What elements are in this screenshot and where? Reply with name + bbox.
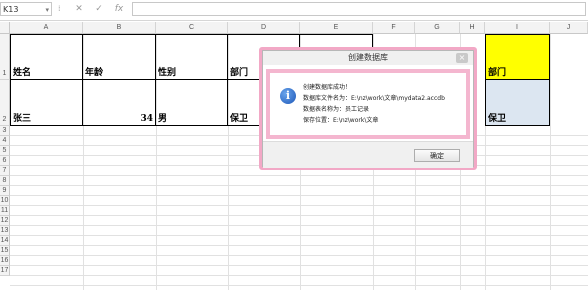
row-header-13[interactable]: 13 (0, 226, 10, 236)
cell-c2-text: 男 (158, 114, 168, 124)
cell-b1[interactable]: 年龄 (83, 34, 156, 80)
cell-d1-text: 部门 (230, 68, 249, 78)
row-header-1[interactable]: 1 (0, 34, 10, 80)
row-header-16[interactable]: 16 (0, 256, 10, 266)
gridline (10, 185, 588, 186)
gridline (10, 225, 588, 226)
cancel-icon[interactable]: ✕ (72, 2, 86, 16)
cell-c1-text: 性别 (158, 68, 177, 78)
column-header-j[interactable]: J (550, 22, 588, 34)
name-box-value: K13 (3, 5, 19, 14)
formula-bar: K13 ▾ ⁞ ✕ ✓ fx (0, 0, 588, 21)
column-header-i[interactable]: I (485, 22, 550, 34)
close-icon[interactable]: × (456, 53, 468, 63)
message-line-3: 数据表名称为：员工记录 (303, 106, 370, 113)
row-header-12[interactable]: 12 (0, 216, 10, 226)
row-header-8[interactable]: 8 (0, 176, 10, 186)
dialog-footer: 确定 (263, 141, 473, 168)
info-icon: i (280, 88, 296, 104)
row-header-4[interactable]: 4 (0, 136, 10, 146)
fx-icon[interactable]: fx (112, 2, 126, 16)
column-header-h[interactable]: H (460, 22, 485, 34)
cell-d2-text: 保卫 (230, 114, 249, 124)
cell-i2-text: 保卫 (488, 114, 507, 124)
formula-input[interactable] (132, 2, 586, 16)
gridline (10, 275, 588, 276)
cell-a1-text: 姓名 (13, 68, 32, 78)
row-header-3[interactable]: 3 (0, 126, 10, 136)
cell-b1-text: 年龄 (85, 68, 104, 78)
gridline (10, 195, 588, 196)
cell-b2[interactable]: 34 (83, 80, 156, 126)
column-header-f[interactable]: F (373, 22, 415, 34)
row-header-5[interactable]: 5 (0, 146, 10, 156)
row-header-10[interactable]: 10 (0, 196, 10, 206)
column-header-c[interactable]: C (156, 22, 228, 34)
row-header-17[interactable]: 17 (0, 266, 10, 276)
gridline (10, 245, 588, 246)
dialog-message-area: i 创建数据库成功！ 数据库文件名为：E:\nz\work\文章\mydata2… (266, 69, 470, 139)
column-header-e[interactable]: E (300, 22, 373, 34)
row-header-15[interactable]: 15 (0, 246, 10, 256)
separator-icon: ⁞ (58, 4, 60, 13)
select-all-corner[interactable] (0, 22, 10, 34)
gridline (10, 285, 588, 286)
column-header-b[interactable]: B (83, 22, 156, 34)
row-header-2[interactable]: 2 (0, 80, 10, 126)
gridline (10, 205, 588, 206)
gridline (10, 235, 588, 236)
gridline (10, 175, 588, 176)
confirm-icon[interactable]: ✓ (92, 2, 106, 16)
message-line-2: 数据库文件名为：E:\nz\work\文章\mydata2.accdb (303, 95, 445, 102)
cell-c1[interactable]: 性别 (156, 34, 228, 80)
ok-button[interactable]: 确定 (414, 149, 460, 162)
cell-i2[interactable]: 保卫 (485, 80, 550, 126)
gridline (10, 255, 588, 256)
row-header-9[interactable]: 9 (0, 186, 10, 196)
column-header-g[interactable]: G (415, 22, 460, 34)
gridline (550, 34, 551, 290)
message-line-4: 保存位置：E:\nz\work\文章 (303, 117, 379, 124)
create-database-dialog: 创建数据库 × i 创建数据库成功！ 数据库文件名为：E:\nz\work\文章… (262, 50, 474, 168)
row-header-7[interactable]: 7 (0, 166, 10, 176)
column-header-a[interactable]: A (10, 22, 83, 34)
row-header-14[interactable]: 14 (0, 236, 10, 246)
column-header-d[interactable]: D (228, 22, 300, 34)
cell-i1[interactable]: 部门 (485, 34, 550, 80)
cell-c2[interactable]: 男 (156, 80, 228, 126)
chevron-down-icon[interactable]: ▾ (45, 3, 49, 17)
cell-a2[interactable]: 张三 (10, 80, 83, 126)
gridline (10, 265, 588, 266)
dialog-title: 创建数据库 (263, 51, 473, 65)
cell-a1[interactable]: 姓名 (10, 34, 83, 80)
row-header-11[interactable]: 11 (0, 206, 10, 216)
cell-a2-text: 张三 (13, 114, 32, 124)
row-header-6[interactable]: 6 (0, 156, 10, 166)
cell-i1-text: 部门 (488, 68, 507, 78)
cell-b2-text: 34 (140, 114, 153, 124)
gridline (10, 215, 588, 216)
name-box[interactable]: K13 ▾ (0, 2, 52, 16)
message-line-1: 创建数据库成功！ (303, 84, 352, 91)
